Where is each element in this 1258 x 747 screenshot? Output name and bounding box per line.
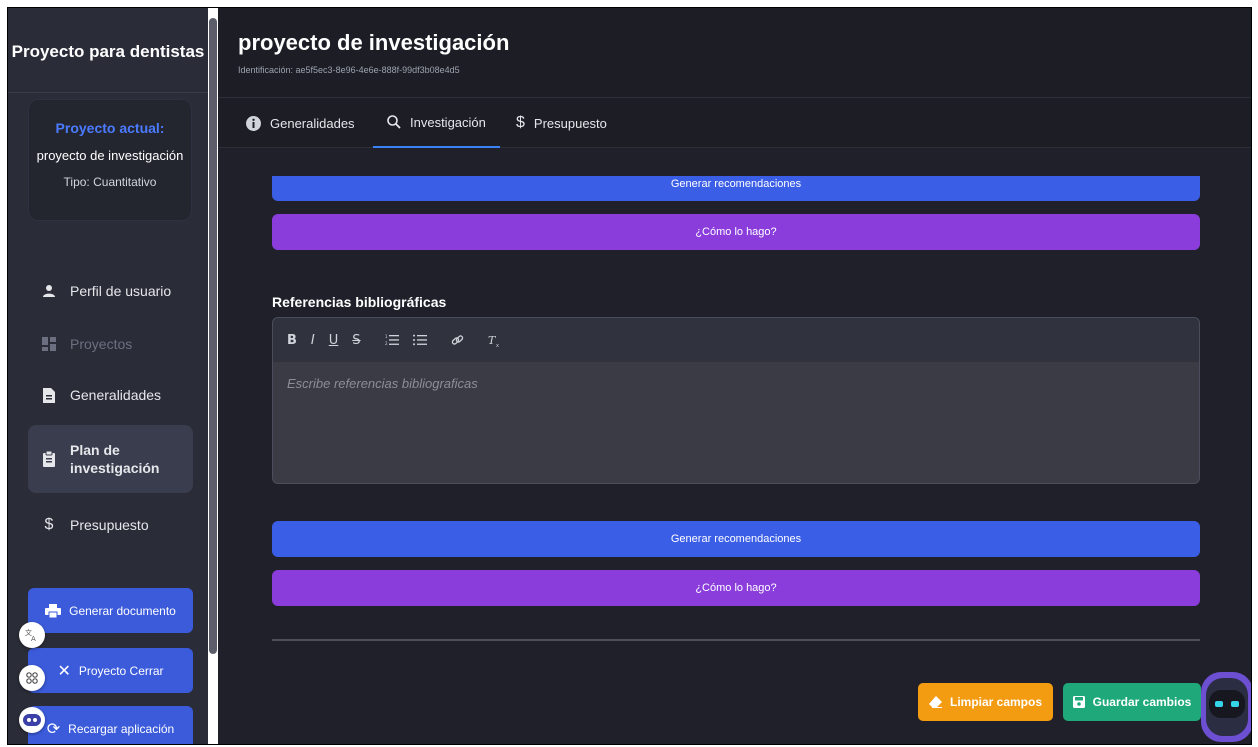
main-content: Generar recomendaciones ¿Cómo lo hago? R… — [218, 148, 1251, 744]
sidebar-item-label: Plan de investigación — [70, 442, 160, 476]
save-changes-label: Guardar cambios — [1092, 695, 1192, 709]
divider — [272, 639, 1200, 641]
tab-generalidades[interactable]: Generalidades — [246, 98, 355, 148]
how-to-button[interactable]: ¿Cómo lo hago? — [272, 570, 1200, 606]
save-icon — [1072, 696, 1085, 708]
sidebar-item-generalidades[interactable]: Generalidades — [28, 380, 193, 410]
strike-button[interactable]: S — [352, 333, 360, 348]
translate-icon[interactable]: 文A — [19, 622, 45, 648]
close-icon: ✕ — [57, 662, 71, 680]
references-editor: B I U S 12 Tx Escribe referencias biblio… — [272, 317, 1200, 484]
dollar-icon: $ — [44, 516, 54, 533]
editor-placeholder[interactable]: Escribe referencias bibliograficas — [273, 362, 1199, 391]
section-title: Referencias bibliográficas — [272, 294, 447, 310]
link-icon[interactable] — [451, 334, 464, 347]
generate-recommendations-label: Generar recomendaciones — [670, 178, 802, 190]
clipboard-icon — [38, 451, 60, 467]
current-project-name: proyecto de investigación — [36, 148, 184, 163]
svg-text:A: A — [31, 635, 36, 642]
how-to-button-top[interactable]: ¿Cómo lo hago? — [272, 214, 1200, 250]
generate-recommendations-label: Generar recomendaciones — [670, 533, 802, 545]
bullet-list-icon[interactable] — [412, 334, 427, 346]
tab-bar: Generalidades Investigación $ Presupuest… — [218, 98, 1251, 148]
generate-document-label: Generar documento — [69, 603, 176, 618]
sidebar-item-projects[interactable]: Proyectos — [28, 329, 193, 359]
svg-text:2: 2 — [385, 341, 388, 346]
search-icon — [387, 115, 401, 129]
sidebar-item-budget[interactable]: $ Presupuesto — [28, 510, 193, 540]
eraser-icon — [928, 696, 942, 708]
close-project-label: Proyecto Cerrar — [78, 663, 164, 678]
project-identifier: Identificación: ae5f5ec3-8e96-4e6e-888f-… — [238, 65, 460, 75]
tab-label: Presupuesto — [533, 115, 607, 131]
printer-icon — [45, 603, 62, 618]
sidebar-scrollbar-thumb[interactable] — [209, 18, 217, 654]
how-to-label: ¿Cómo lo hago? — [695, 226, 777, 238]
tab-investigacion[interactable]: Investigación — [373, 98, 500, 148]
clear-fields-button[interactable]: Limpiar campos — [918, 683, 1053, 721]
current-project-label: Proyecto actual: — [55, 120, 165, 136]
tab-label: Generalidades — [270, 115, 355, 131]
info-icon — [246, 115, 261, 131]
sidebar-item-label: Presupuesto — [70, 517, 149, 533]
close-project-button[interactable]: ✕ Proyecto Cerrar — [28, 648, 193, 693]
bold-button[interactable]: B — [287, 333, 297, 348]
svg-text:1: 1 — [385, 334, 388, 339]
editor-toolbar: B I U S 12 Tx — [273, 318, 1199, 362]
how-to-label: ¿Cómo lo hago? — [695, 582, 777, 594]
generate-document-button[interactable]: Generar documento — [28, 588, 193, 633]
sidebar-item-label: Perfil de usuario — [70, 283, 172, 299]
grid-icon — [38, 337, 60, 351]
dollar-icon: $ — [516, 114, 525, 131]
user-icon — [38, 284, 60, 298]
sidebar-item-profile[interactable]: Perfil de usuario — [28, 276, 193, 306]
tab-presupuesto[interactable]: $ Presupuesto — [516, 98, 607, 148]
sidebar-item-label: Generalidades — [70, 387, 162, 403]
save-changes-button[interactable]: Guardar cambios — [1063, 683, 1201, 721]
clear-format-icon[interactable]: Tx — [488, 334, 501, 347]
sidebar: Proyecto para dentistas Proyecto actual:… — [8, 8, 208, 744]
robot-assistant-icon[interactable] — [1201, 668, 1252, 745]
clear-fields-label: Limpiar campos — [949, 695, 1043, 709]
sidebar-item-research-plan[interactable]: Plan de investigación — [28, 425, 193, 493]
tab-label: Investigación — [410, 114, 486, 130]
generate-recommendations-button-top[interactable]: Generar recomendaciones — [272, 176, 1200, 201]
current-project-card: Proyecto actual: proyecto de investigaci… — [28, 99, 192, 221]
page-title: proyecto de investigación — [238, 30, 510, 55]
apps-icon[interactable] — [19, 665, 45, 691]
app-window: Proyecto para dentistas Proyecto actual:… — [7, 7, 1252, 745]
ordered-list-icon[interactable]: 12 — [385, 334, 399, 346]
generate-recommendations-button[interactable]: Generar recomendaciones — [272, 521, 1200, 557]
file-icon — [38, 387, 60, 403]
divider — [8, 92, 208, 93]
current-project-type: Tipo: Cuantitativo — [63, 175, 157, 189]
reload-app-button[interactable]: ⟳ Recargar aplicación — [28, 706, 193, 744]
underline-button[interactable]: U — [329, 333, 339, 348]
italic-button[interactable]: I — [311, 333, 315, 348]
brand-title: Proyecto para dentistas — [11, 42, 205, 61]
reload-app-label: Recargar aplicación — [68, 721, 175, 736]
page-header: proyecto de investigación Identificación… — [218, 8, 1251, 98]
assistant-icon[interactable] — [19, 707, 45, 733]
reload-icon: ⟳ — [46, 720, 61, 738]
svg-text:x: x — [496, 343, 499, 347]
sidebar-item-label: Proyectos — [70, 336, 133, 352]
